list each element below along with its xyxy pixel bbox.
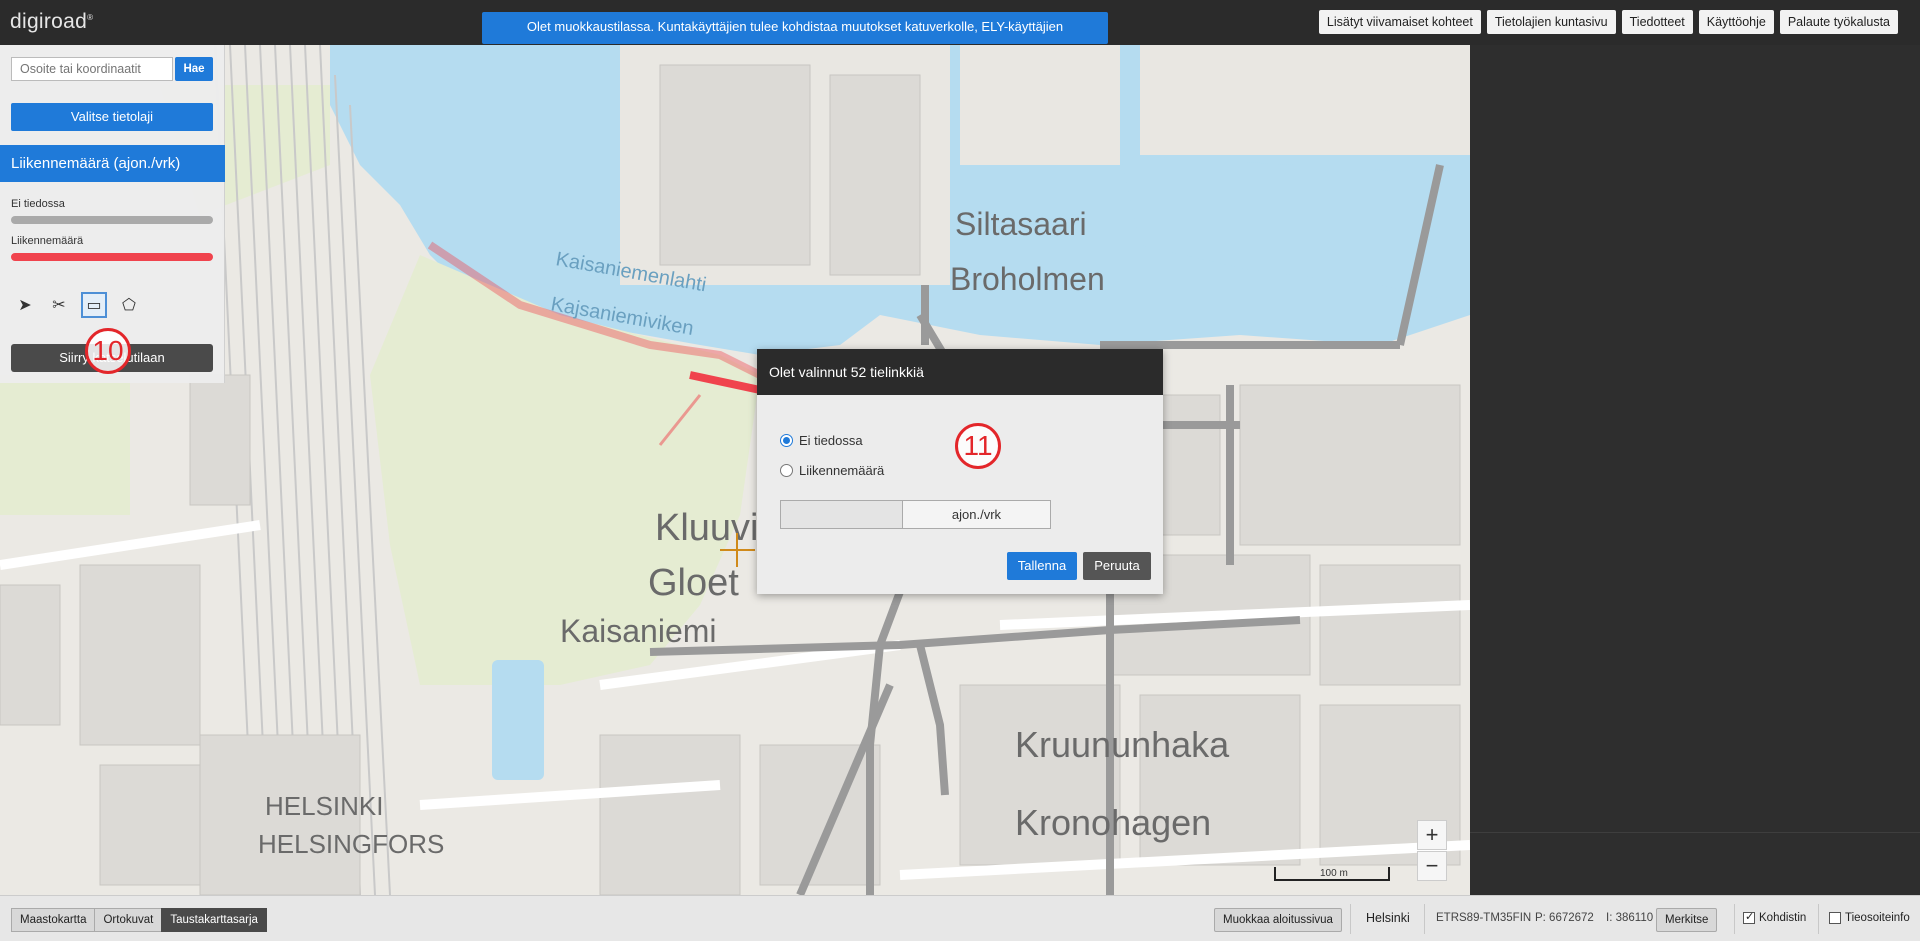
- search-button[interactable]: Hae: [175, 57, 213, 81]
- select-layer-button[interactable]: Valitse tietolaji: [11, 103, 213, 131]
- scissors-icon[interactable]: ✂: [46, 292, 72, 318]
- edit-mode-notice: Olet muokkaustilassa. Kuntakäyttäjien tu…: [482, 12, 1108, 64]
- legend-label-traffic: Liikennemäärä: [11, 235, 84, 247]
- edit-start-view-button[interactable]: Muokkaa aloitussivua: [1214, 908, 1342, 932]
- crosshair-toggle[interactable]: Kohdistin: [1743, 910, 1807, 924]
- legend-bar-traffic: [11, 253, 213, 261]
- nav-municipality-page[interactable]: Tietolajien kuntasivu: [1486, 10, 1616, 34]
- unit-label: ajon./vrk: [903, 500, 1051, 529]
- crosshair-checkbox[interactable]: [1743, 910, 1755, 924]
- nav-announcements[interactable]: Tiedotteet: [1621, 10, 1693, 34]
- top-bar: digiroad® Olet muokkaustilassa. Kuntakäy…: [0, 0, 1920, 64]
- map-label-siltasaari: Siltasaari: [955, 206, 1087, 242]
- basemap-background[interactable]: Taustakarttasarja: [161, 908, 267, 932]
- legend-label-unknown: Ei tiedossa: [11, 198, 65, 210]
- municipality-label: Helsinki: [1366, 911, 1410, 925]
- road-address-toggle[interactable]: Tieosoiteinfo: [1829, 912, 1910, 924]
- cancel-button[interactable]: Peruuta: [1083, 552, 1151, 580]
- coord-system: ETRS89-TM35FIN: [1436, 912, 1532, 924]
- step-marker-11: 11: [955, 423, 1001, 469]
- basemap-switcher: Maastokartta Ortokuvat Taustakarttasarja: [11, 908, 267, 932]
- map-label-kronohagen: Kronohagen: [1015, 802, 1211, 843]
- crosshair-label: Kohdistin: [1759, 912, 1807, 924]
- coord-i: I: 386110: [1606, 912, 1654, 924]
- basemap-terrain[interactable]: Maastokartta: [11, 908, 96, 932]
- road-address-label: Tieosoiteinfo: [1845, 912, 1910, 924]
- option-traffic[interactable]: Liikennemäärä: [780, 463, 884, 478]
- coord-p: P: 6672672: [1535, 912, 1594, 924]
- map-label-helsinki: HELSINKI: [265, 791, 384, 821]
- nav-user-guide[interactable]: Käyttöohje: [1698, 10, 1774, 34]
- nav-linear-objects[interactable]: Lisätyt viivamaiset kohteet: [1318, 10, 1481, 34]
- map-label-kaisaniemi: Kaisaniemi: [560, 613, 717, 649]
- edit-dialog: Olet valinnut 52 tielinkkiä Ei tiedossa …: [757, 349, 1163, 594]
- map-label-gloet: Gloet: [648, 562, 739, 604]
- right-panel: [1470, 45, 1920, 895]
- rectangle-icon[interactable]: ▭: [81, 292, 107, 318]
- basemap-ortho[interactable]: Ortokuvat: [94, 908, 163, 932]
- radio-traffic[interactable]: [780, 464, 793, 477]
- map-label-kruununhaka: Kruununhaka: [1015, 724, 1230, 765]
- dialog-title: Olet valinnut 52 tielinkkiä: [757, 349, 1163, 395]
- zoom-out-button[interactable]: −: [1417, 851, 1447, 881]
- polygon-icon[interactable]: ⬠: [116, 292, 142, 318]
- option-unknown[interactable]: Ei tiedossa: [780, 433, 863, 448]
- layer-title: Liikennemäärä (ajon./vrk): [0, 145, 225, 182]
- traffic-value-input[interactable]: [780, 500, 903, 529]
- select-icon[interactable]: ➤: [12, 292, 38, 318]
- road-address-checkbox[interactable]: [1829, 912, 1841, 924]
- step-marker-10: 10: [85, 328, 131, 374]
- mark-button[interactable]: Merkitse: [1656, 908, 1718, 932]
- legend-bar-unknown: [11, 216, 213, 224]
- top-nav: Lisätyt viivamaiset kohteet Tietolajien …: [1318, 10, 1898, 34]
- zoom-in-button[interactable]: +: [1417, 820, 1447, 850]
- nav-feedback[interactable]: Palaute työkalusta: [1779, 10, 1898, 34]
- radio-unknown[interactable]: [780, 434, 793, 447]
- option-traffic-label: Liikennemäärä: [799, 463, 885, 478]
- bottom-bar: Maastokartta Ortokuvat Taustakarttasarja…: [0, 895, 1920, 941]
- map-label-helsingfors: HELSINGFORS: [258, 829, 444, 859]
- map-label-kluuvi: Kluuvi: [655, 507, 759, 549]
- option-unknown-label: Ei tiedossa: [799, 433, 863, 448]
- search-input[interactable]: [11, 57, 173, 81]
- map-label-broholmen: Broholmen: [950, 261, 1105, 297]
- scale-label: 100 m: [1320, 868, 1348, 879]
- save-button[interactable]: Tallenna: [1007, 552, 1077, 580]
- app-logo[interactable]: digiroad®: [10, 10, 93, 34]
